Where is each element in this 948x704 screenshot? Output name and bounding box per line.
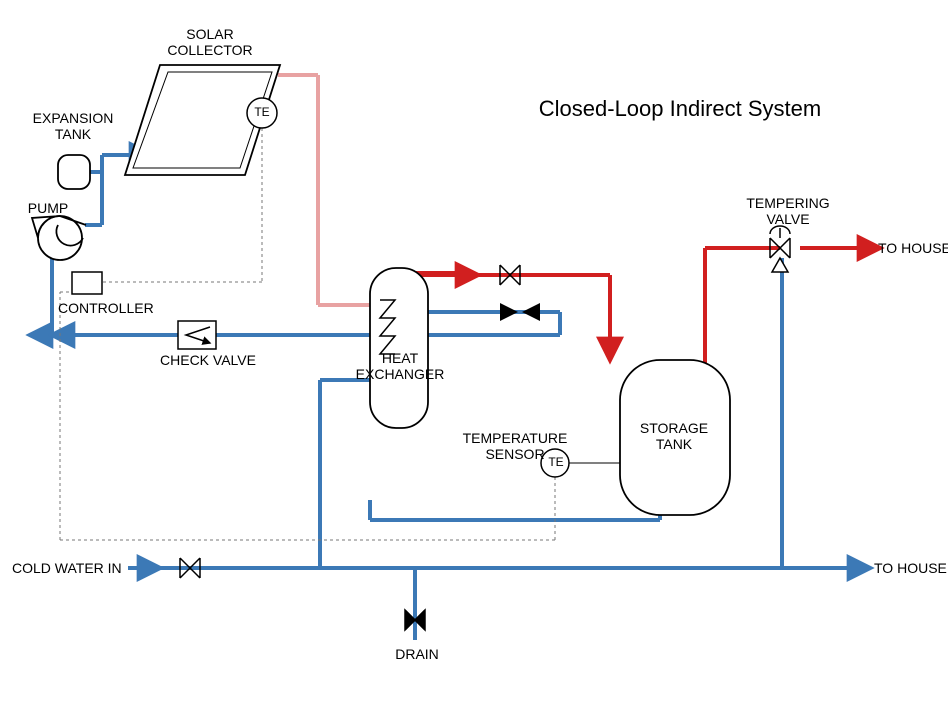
expansion-tank-label: EXPANSION TANK <box>28 110 118 142</box>
pump-icon <box>32 216 86 260</box>
heat-exchanger <box>370 268 428 428</box>
controller-icon <box>72 272 102 294</box>
te-storage-label: TE <box>546 456 566 470</box>
diagram-title: Closed-Loop Indirect System <box>480 96 880 121</box>
to-house-bottom-label: TO HOUSE <box>874 560 948 576</box>
heat-exchanger-label: HEAT EXCHANGER <box>350 350 450 382</box>
check-valve-label: CHECK VALVE <box>148 352 268 368</box>
tempering-valve-label: TEMPERING VALVE <box>738 195 838 227</box>
pump-label: PUMP <box>18 200 78 216</box>
te-collector-label: TE <box>252 106 272 120</box>
solar-collector-label: SOLAR COLLECTOR <box>160 26 260 58</box>
drain-label: DRAIN <box>392 646 442 662</box>
controller-label: CONTROLLER <box>58 300 168 316</box>
cold-water-in-label: COLD WATER IN <box>12 560 132 576</box>
to-house-top-label: TO HOUSE <box>878 240 948 256</box>
expansion-tank <box>58 155 90 189</box>
storage-tank-label: STORAGE TANK <box>634 420 714 452</box>
check-valve-icon <box>178 321 216 349</box>
